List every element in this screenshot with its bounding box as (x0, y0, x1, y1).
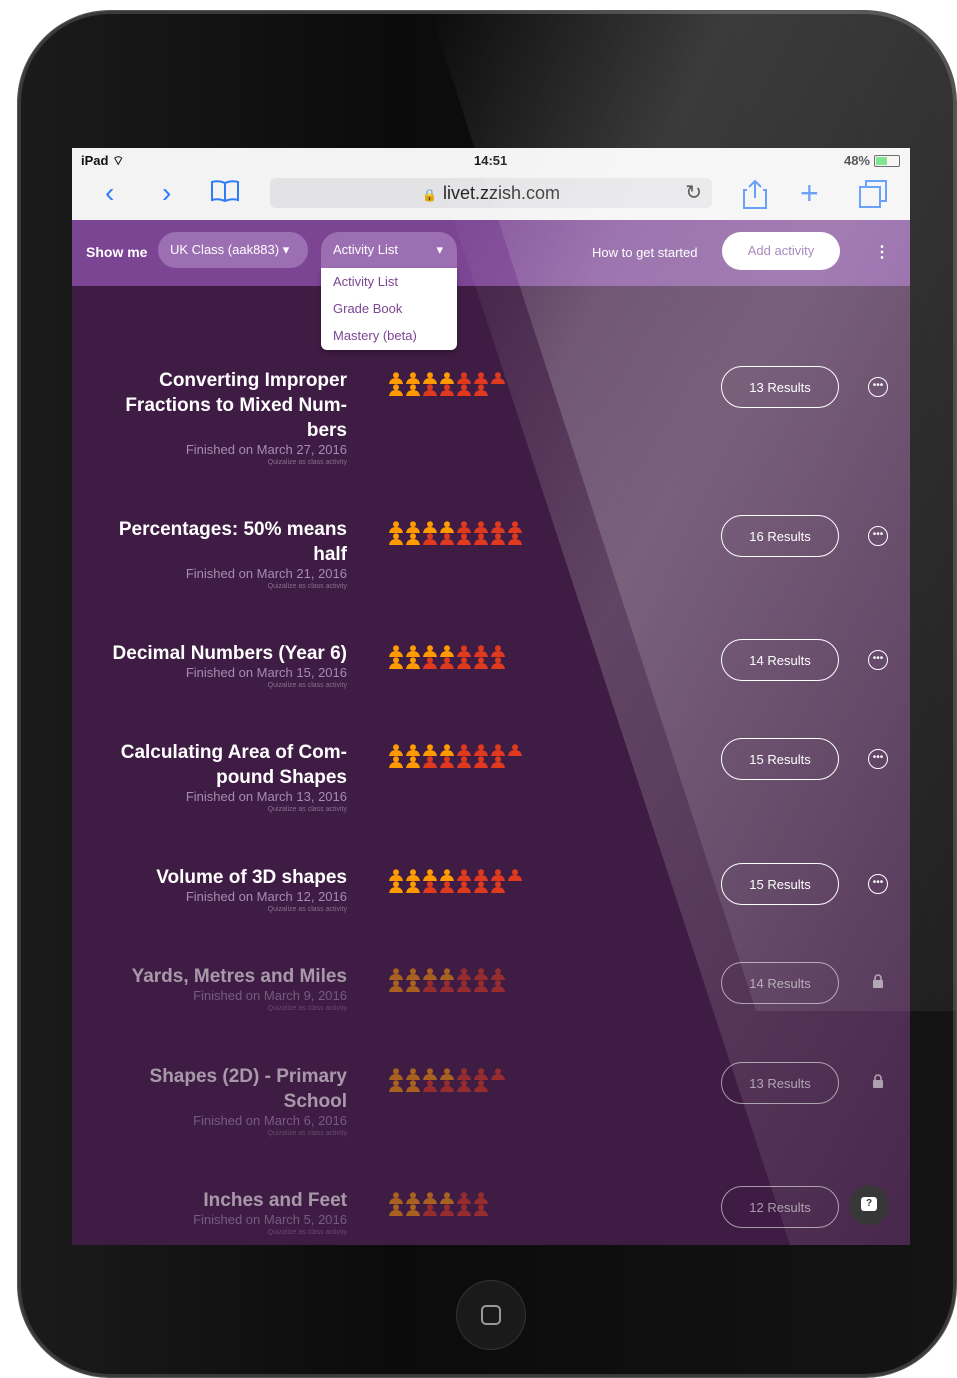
activity-finished-date: Finished on March 5, 2016 (193, 1212, 347, 1227)
results-button[interactable]: 16 Results (721, 515, 839, 557)
activity-title[interactable]: Shapes (2D) - Primary School (87, 1064, 347, 1114)
student-results-icons (388, 1068, 507, 1092)
activity-type-label: Quizalize as class activity (267, 1005, 347, 1012)
url-bar[interactable]: 🔒 livet.zzish.com ↻ (270, 178, 712, 208)
url-text: livet.zzish.com (442, 183, 560, 203)
add-activity-button[interactable]: Add activity (722, 232, 840, 270)
activity-finished-date: Finished on March 6, 2016 (193, 1113, 347, 1128)
student-results-icons (388, 521, 524, 545)
activity-type-label: Quizalize as class activity (267, 682, 347, 689)
student-results-icons (388, 869, 524, 893)
results-button[interactable]: 13 Results (721, 1062, 839, 1104)
share-icon[interactable] (743, 179, 767, 214)
activity-type-label: Quizalize as class activity (267, 1130, 347, 1137)
browser-toolbar: ‹ › 🔒 livet.zzish.com ↻ + (72, 170, 910, 221)
student-results-icons (388, 968, 507, 992)
results-button[interactable]: 14 Results (721, 639, 839, 681)
more-options-icon[interactable]: ••• (868, 874, 888, 894)
lock-icon (872, 974, 884, 988)
results-button[interactable]: 12 Results (721, 1186, 839, 1228)
activity-title[interactable]: Decimal Numbers (Year 6) (87, 641, 347, 666)
activity-title[interactable]: Percentages: 50% means half (87, 517, 347, 567)
reload-icon[interactable]: ↻ (685, 178, 702, 208)
lock-icon (872, 1074, 884, 1088)
more-options-icon[interactable]: ••• (868, 377, 888, 397)
class-select[interactable]: UK Class (aak883) ▾ (158, 232, 308, 268)
device-label: iPad ⌔ (81, 153, 125, 168)
activity-type-label: Quizalize as class activity (267, 583, 347, 590)
how-to-get-started-link[interactable]: How to get started (592, 245, 698, 260)
results-button[interactable]: 15 Results (721, 738, 839, 780)
chevron-right-icon[interactable]: › (162, 179, 171, 207)
lock-icon: 🔒 (422, 188, 437, 202)
app-header: Show me UK Class (aak883) ▾ Activity Lis… (72, 220, 910, 286)
book-icon[interactable] (210, 179, 240, 210)
more-options-icon[interactable]: ••• (868, 749, 888, 769)
activity-finished-date: Finished on March 12, 2016 (185, 889, 347, 904)
activity-title[interactable]: Yards, Metres and Miles (87, 964, 347, 989)
chevron-left-icon[interactable]: ‹ (105, 179, 114, 207)
show-me-label: Show me (86, 244, 148, 260)
tabs-icon[interactable] (858, 179, 888, 214)
dropdown-option-activity-list[interactable]: Activity List (321, 268, 457, 295)
kebab-icon[interactable]: ⋮ (874, 242, 890, 262)
results-button[interactable]: 13 Results (721, 366, 839, 408)
activity-title[interactable]: Volume of 3D shapes (87, 865, 347, 890)
battery-icon (874, 154, 900, 167)
dropdown-option-mastery[interactable]: Mastery (beta) (321, 322, 457, 349)
student-results-icons (388, 645, 507, 669)
results-button[interactable]: 14 Results (721, 962, 839, 1004)
more-options-icon[interactable]: ••• (868, 650, 888, 670)
chat-help-icon[interactable]: ? (849, 1185, 889, 1225)
activity-finished-date: Finished on March 27, 2016 (185, 442, 347, 457)
clock: 14:51 (474, 153, 508, 168)
activity-finished-date: Finished on March 13, 2016 (185, 789, 347, 804)
screen: iPad ⌔ 14:51 48% ‹ › 🔒 livet.zzish.com ↻ … (72, 148, 910, 1245)
status-bar: iPad ⌔ 14:51 48% (72, 148, 910, 170)
battery-indicator: 48% (844, 153, 900, 168)
activity-title[interactable]: Inches and Feet (87, 1188, 347, 1213)
plus-icon[interactable]: + (800, 177, 819, 209)
view-select[interactable]: Activity List ▾ (321, 232, 457, 268)
wifi-icon: ⌔ (112, 153, 125, 168)
dropdown-option-grade-book[interactable]: Grade Book (321, 295, 457, 322)
student-results-icons (388, 372, 507, 396)
student-results-icons (388, 744, 524, 768)
activity-finished-date: Finished on March 21, 2016 (185, 566, 347, 581)
activity-finished-date: Finished on March 15, 2016 (185, 665, 347, 680)
more-options-icon[interactable]: ••• (868, 526, 888, 546)
student-results-icons (388, 1192, 490, 1216)
activity-type-label: Quizalize as class activity (267, 806, 347, 813)
home-button-icon[interactable] (457, 1281, 525, 1349)
activity-title[interactable]: Converting Improper Fractions to Mixed Nu… (87, 368, 347, 443)
activity-type-label: Quizalize as class activity (267, 459, 347, 466)
activity-title[interactable]: Calculating Area of Com-pound Shapes (87, 740, 347, 790)
activity-type-label: Quizalize as class activity (267, 906, 347, 913)
activity-finished-date: Finished on March 9, 2016 (193, 988, 347, 1003)
view-dropdown-menu: Activity List Grade Book Mastery (beta) (321, 268, 457, 350)
results-button[interactable]: 15 Results (721, 863, 839, 905)
activity-type-label: Quizalize as class activity (267, 1229, 347, 1236)
